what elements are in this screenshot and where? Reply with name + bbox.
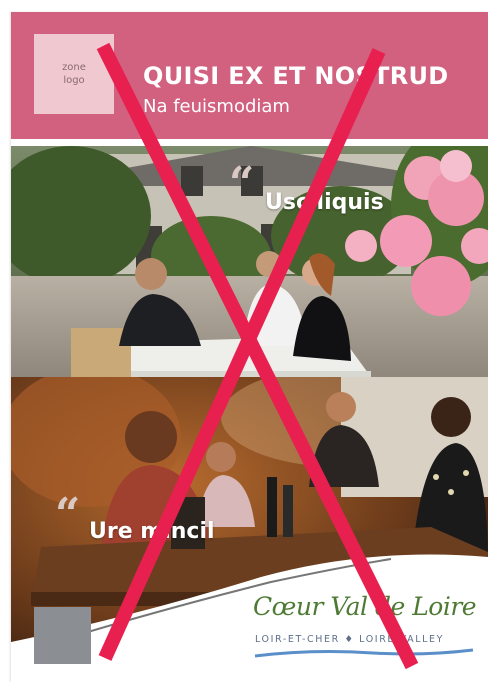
logo-placeholder-line1: zone [62,62,86,73]
brand-tagline: LOIR-ET-CHER ♦ LOIRE VALLEY [255,634,445,645]
quote-text-1: Usciliquis [265,190,384,215]
brand-logo-coeur-val-de-loire: Cœur Val de Loire LOIR-ET-CHER ♦ LOIRE V… [253,592,477,670]
photo-garden-terrace: “ Usciliquis [11,146,488,377]
logo-placeholder-line2: logo [63,75,85,86]
quote-icon: “ [229,158,255,209]
brochure-page: zone logo QUISI EX ET NOSTRUD Na feuismo… [11,12,488,682]
header-band: zone logo QUISI EX ET NOSTRUD Na feuismo… [11,12,488,139]
brand-script-name: Cœur Val de Loire [253,592,477,621]
gray-placeholder-square [34,607,91,664]
page-title: QUISI EX ET NOSTRUD [143,62,449,90]
quote-text-2: Ure mincil [89,519,215,544]
brand-wave-icon [254,648,474,658]
page-subtitle: Na feuismodiam [143,96,290,117]
logo-placeholder: zone logo [34,34,114,114]
quote-icon: “ [55,489,81,540]
